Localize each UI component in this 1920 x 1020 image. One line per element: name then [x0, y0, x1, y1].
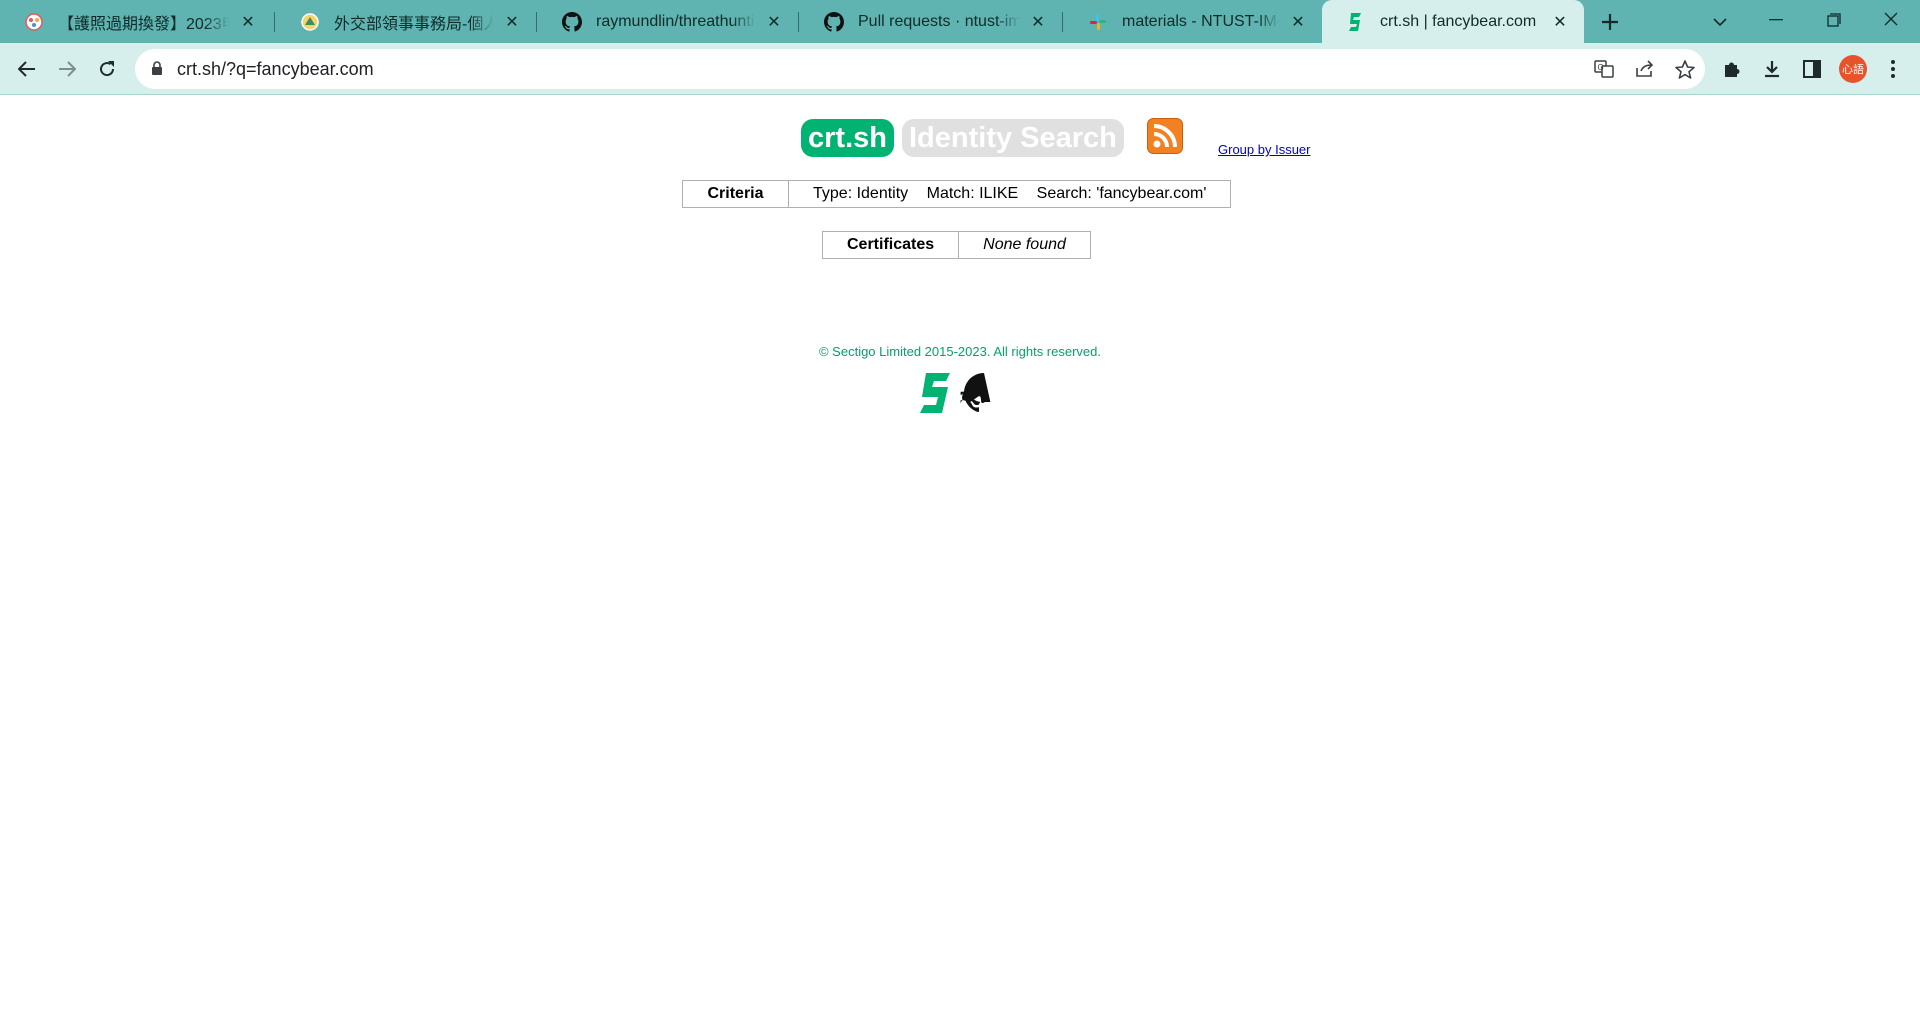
- tab-title: 【護照過期換發】2023申請: [58, 15, 230, 33]
- tab-title: Pull requests · ntust-im-lab: [858, 12, 1020, 30]
- slack-icon: [1088, 12, 1108, 32]
- plus-icon: [1602, 14, 1618, 30]
- close-icon[interactable]: ✕: [1550, 12, 1570, 32]
- minimize-icon: [1769, 19, 1783, 21]
- criteria-table: Criteria Type: Identity Match: ILIKE Sea…: [682, 180, 1232, 208]
- github-icon: [824, 11, 844, 32]
- profile-avatar[interactable]: 心語: [1839, 55, 1867, 83]
- tab-strip: 【護照過期換發】2023申請 ✕ 外交部領事事務局-個人申請 ✕ raymund…: [0, 0, 1920, 43]
- close-icon[interactable]: ✕: [764, 12, 784, 32]
- boca-site-icon: [300, 12, 320, 32]
- tab-separator: [274, 12, 275, 32]
- certificates-value: None found: [958, 231, 1091, 259]
- lock-icon[interactable]: [151, 61, 163, 81]
- tab-boca[interactable]: 外交部領事事務局-個人申請 ✕: [276, 0, 536, 43]
- criteria-match: Match: ILIKE: [926, 185, 1019, 202]
- back-button[interactable]: [11, 53, 43, 85]
- arrow-left-icon: [18, 61, 35, 77]
- url-text[interactable]: crt.sh/?q=fancybear.com: [177, 59, 374, 80]
- crtsh-logo[interactable]: crt.sh: [801, 119, 894, 157]
- restore-icon: [1827, 13, 1841, 27]
- github-icon: [562, 11, 582, 32]
- close-icon[interactable]: ✕: [238, 12, 258, 32]
- criteria-type: Type: Identity: [813, 185, 909, 202]
- certificates-table: Certificates None found: [821, 231, 1091, 259]
- sectigo-logo-icon[interactable]: [920, 373, 950, 413]
- footer-icons: [918, 371, 1008, 415]
- close-icon: [1884, 12, 1898, 26]
- reload-button[interactable]: [91, 53, 123, 85]
- chevron-down-icon: [1713, 17, 1727, 26]
- close-icon[interactable]: ✕: [1288, 12, 1308, 32]
- forward-button[interactable]: [51, 53, 83, 85]
- passport-site-icon: [24, 12, 44, 32]
- kebab-menu-icon[interactable]: [1880, 57, 1906, 81]
- restore-button[interactable]: [1820, 6, 1848, 34]
- side-panel-icon[interactable]: [1799, 57, 1825, 81]
- tab-title: materials - NTUST-IM-thesis: [1122, 12, 1280, 30]
- tab-crtsh[interactable]: crt.sh | fancybear.com ✕: [1322, 0, 1584, 43]
- arrow-right-icon: [59, 61, 76, 77]
- close-icon[interactable]: ✕: [502, 12, 522, 32]
- tab-separator: [798, 12, 799, 32]
- tab-separator: [536, 12, 537, 32]
- address-bar[interactable]: crt.sh/?q=fancybear.com G: [135, 49, 1705, 89]
- close-window-button[interactable]: [1877, 5, 1905, 33]
- svg-text:G: G: [1598, 63, 1604, 72]
- close-icon[interactable]: ✕: [1028, 12, 1048, 32]
- new-tab-button[interactable]: [1596, 8, 1624, 36]
- extensions-icon[interactable]: [1719, 57, 1745, 81]
- criteria-header: Criteria: [682, 180, 789, 208]
- reload-icon: [100, 61, 115, 77]
- tab-title: raymundlin/threathunting: [596, 12, 756, 30]
- tab-pull-requests[interactable]: Pull requests · ntust-im-lab ✕: [800, 0, 1062, 43]
- translate-icon[interactable]: G: [1592, 59, 1616, 79]
- criteria-search: Search: 'fancybear.com': [1036, 185, 1207, 202]
- criteria-values: Type: Identity Match: ILIKE Search: 'fan…: [787, 180, 1232, 208]
- share-icon[interactable]: [1633, 59, 1657, 79]
- star-icon[interactable]: [1673, 59, 1697, 79]
- sectigo-icon: [1346, 12, 1366, 32]
- tab-separator: [1062, 12, 1063, 32]
- copyright-text: © Sectigo Limited 2015-2023. All rights …: [818, 344, 1101, 359]
- page-title: Identity Search: [902, 119, 1124, 157]
- page-content: crt.sh Identity Search Group by Issuer C…: [0, 95, 1920, 1020]
- tab-search-button[interactable]: [1706, 8, 1734, 36]
- tab-passport[interactable]: 【護照過期換發】2023申請 ✕: [0, 0, 272, 43]
- github-logo-icon[interactable]: [960, 373, 991, 413]
- tab-title: 外交部領事事務局-個人申請: [334, 15, 494, 33]
- rss-feed-icon[interactable]: [1147, 118, 1183, 154]
- tab-title: crt.sh | fancybear.com: [1380, 12, 1537, 30]
- download-icon[interactable]: [1759, 57, 1785, 81]
- minimize-button[interactable]: [1762, 6, 1790, 34]
- tab-threathunting[interactable]: raymundlin/threathunting ✕: [538, 0, 798, 43]
- certificates-header: Certificates: [821, 231, 960, 259]
- group-by-issuer-link[interactable]: Group by Issuer: [1218, 142, 1311, 157]
- browser-toolbar: crt.sh/?q=fancybear.com G 心語: [0, 43, 1920, 95]
- tab-materials[interactable]: materials - NTUST-IM-thesis ✕: [1064, 0, 1322, 43]
